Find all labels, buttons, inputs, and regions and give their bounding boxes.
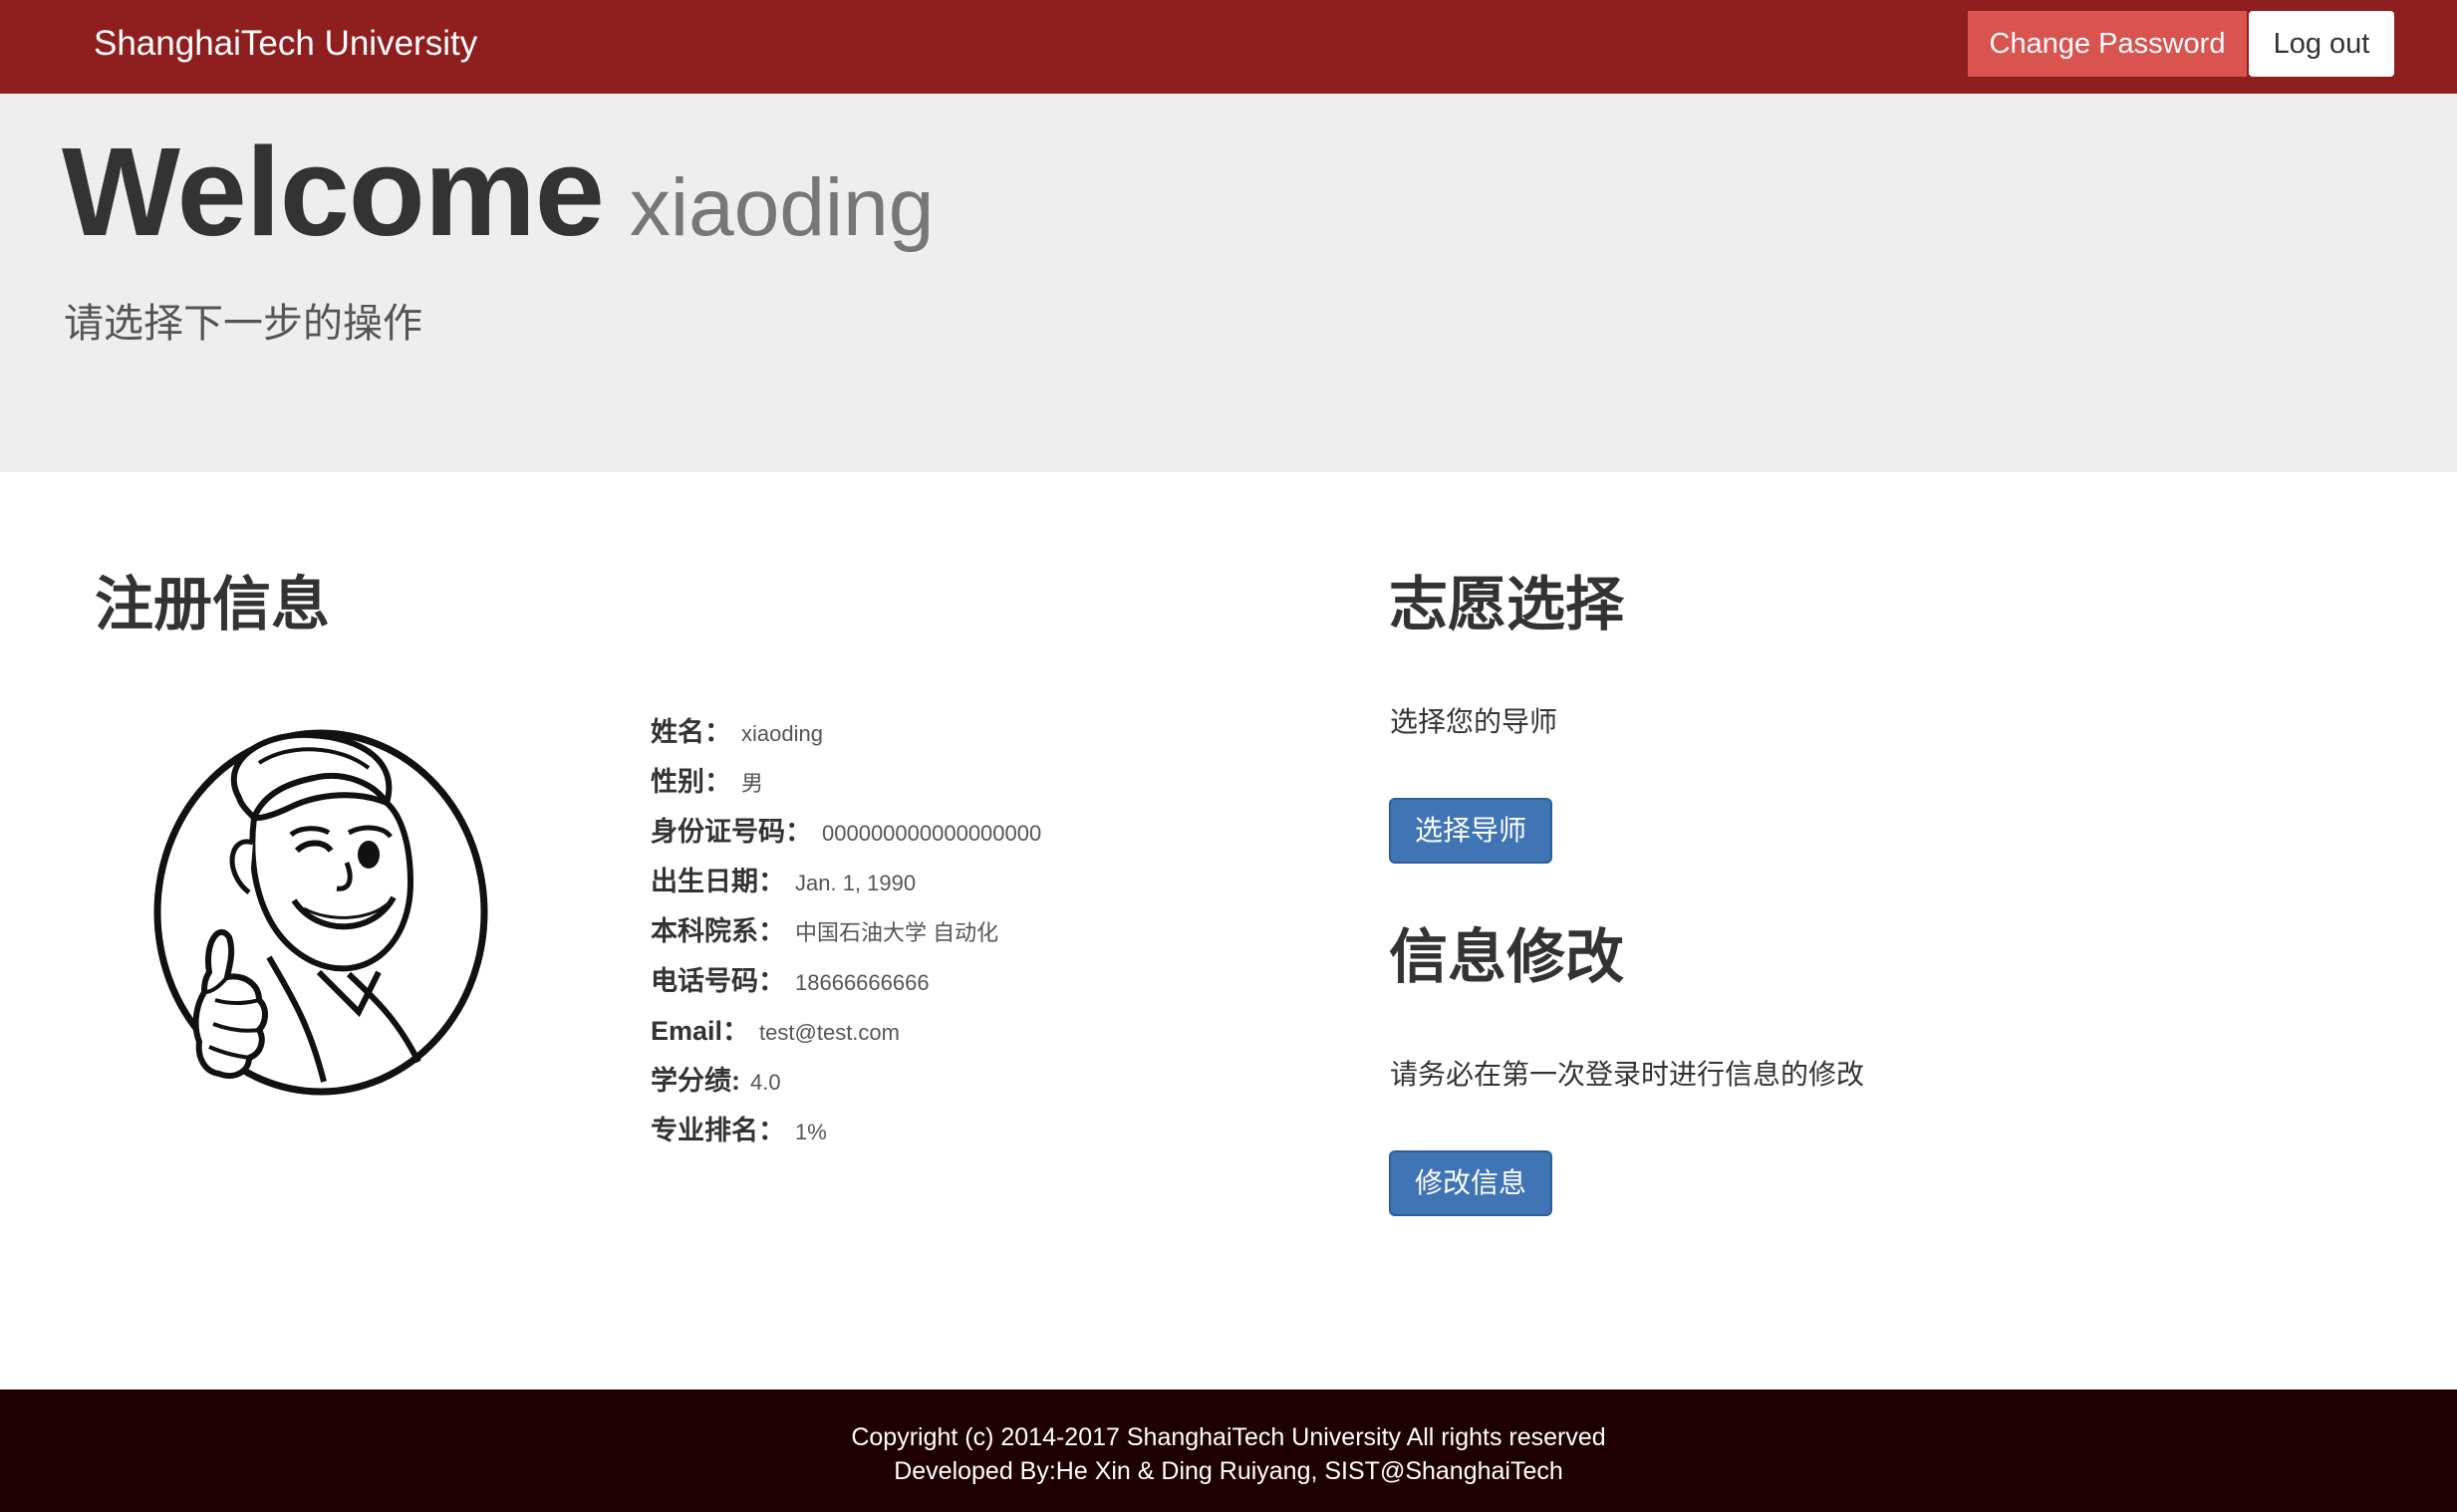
info-label: 本科院系： (651, 916, 785, 946)
info-label: 出生日期： (651, 867, 785, 896)
welcome-subtitle: 请选择下一步的操作 (64, 302, 422, 346)
info-label: 电话号码： (651, 966, 785, 996)
footer-developed-by: Developed By:He Xin & Ding Ruiyang, SIST… (894, 1457, 1563, 1485)
preference-title: 志愿选择 (1389, 572, 1625, 637)
info-value: xiaoding (741, 721, 823, 746)
change-password-button[interactable]: Change Password (1968, 11, 2247, 77)
info-row-email: Email： test@test.com (651, 1014, 900, 1050)
info-row-rank: 专业排名： 1% (651, 1114, 827, 1149)
info-row-birthdate: 出生日期： Jan. 1, 1990 (651, 865, 916, 900)
brand-link[interactable]: ShanghaiTech University (94, 22, 477, 66)
info-label: Email： (651, 1016, 750, 1046)
info-value: test@test.com (759, 1020, 900, 1045)
modify-title: 信息修改 (1389, 924, 1625, 990)
info-value: 1% (795, 1120, 827, 1144)
preference-text: 选择您的导师 (1390, 706, 1558, 737)
footer: Copyright (c) 2014-2017 ShanghaiTech Uni… (0, 1389, 2457, 1512)
registration-title: 注册信息 (95, 572, 331, 637)
info-label: 专业排名： (651, 1116, 785, 1145)
info-row-id-number: 身份证号码： 000000000000000000 (651, 815, 1041, 851)
info-label: 性别： (651, 767, 731, 797)
info-value: 男 (741, 771, 764, 796)
welcome-username: xiaoding (629, 162, 935, 253)
info-value: Jan. 1, 1990 (795, 871, 917, 895)
logout-button[interactable]: Log out (2249, 11, 2394, 77)
info-value: 4.0 (750, 1070, 781, 1095)
modify-text: 请务必在第一次登录时进行信息的修改 (1390, 1059, 1865, 1090)
info-row-name: 姓名： xiaoding (651, 715, 823, 751)
info-row-gpa: 学分绩: 4.0 (651, 1064, 781, 1100)
info-value: 18666666666 (795, 970, 930, 995)
info-row-undergrad: 本科院系： 中国石油大学 自动化 (651, 914, 998, 950)
info-value: 000000000000000000 (822, 821, 1042, 846)
info-label: 姓名： (651, 717, 731, 747)
info-row-gender: 性别： 男 (651, 765, 763, 801)
modify-info-button[interactable]: 修改信息 (1389, 1150, 1552, 1216)
footer-copyright: Copyright (c) 2014-2017 ShanghaiTech Uni… (851, 1423, 1606, 1451)
welcome-heading: Welcome xiaoding (62, 129, 934, 255)
info-row-phone: 电话号码： 18666666666 (651, 964, 930, 1000)
welcome-text: Welcome (62, 122, 605, 262)
navbar: ShanghaiTech University Change Password … (0, 0, 2457, 94)
info-label: 身份证号码： (651, 817, 812, 847)
info-label: 学分绩: (651, 1066, 740, 1096)
info-value: 中国石油大学 自动化 (795, 920, 999, 945)
vault-boy-avatar-icon (153, 729, 488, 1096)
select-advisor-button[interactable]: 选择导师 (1389, 798, 1552, 864)
